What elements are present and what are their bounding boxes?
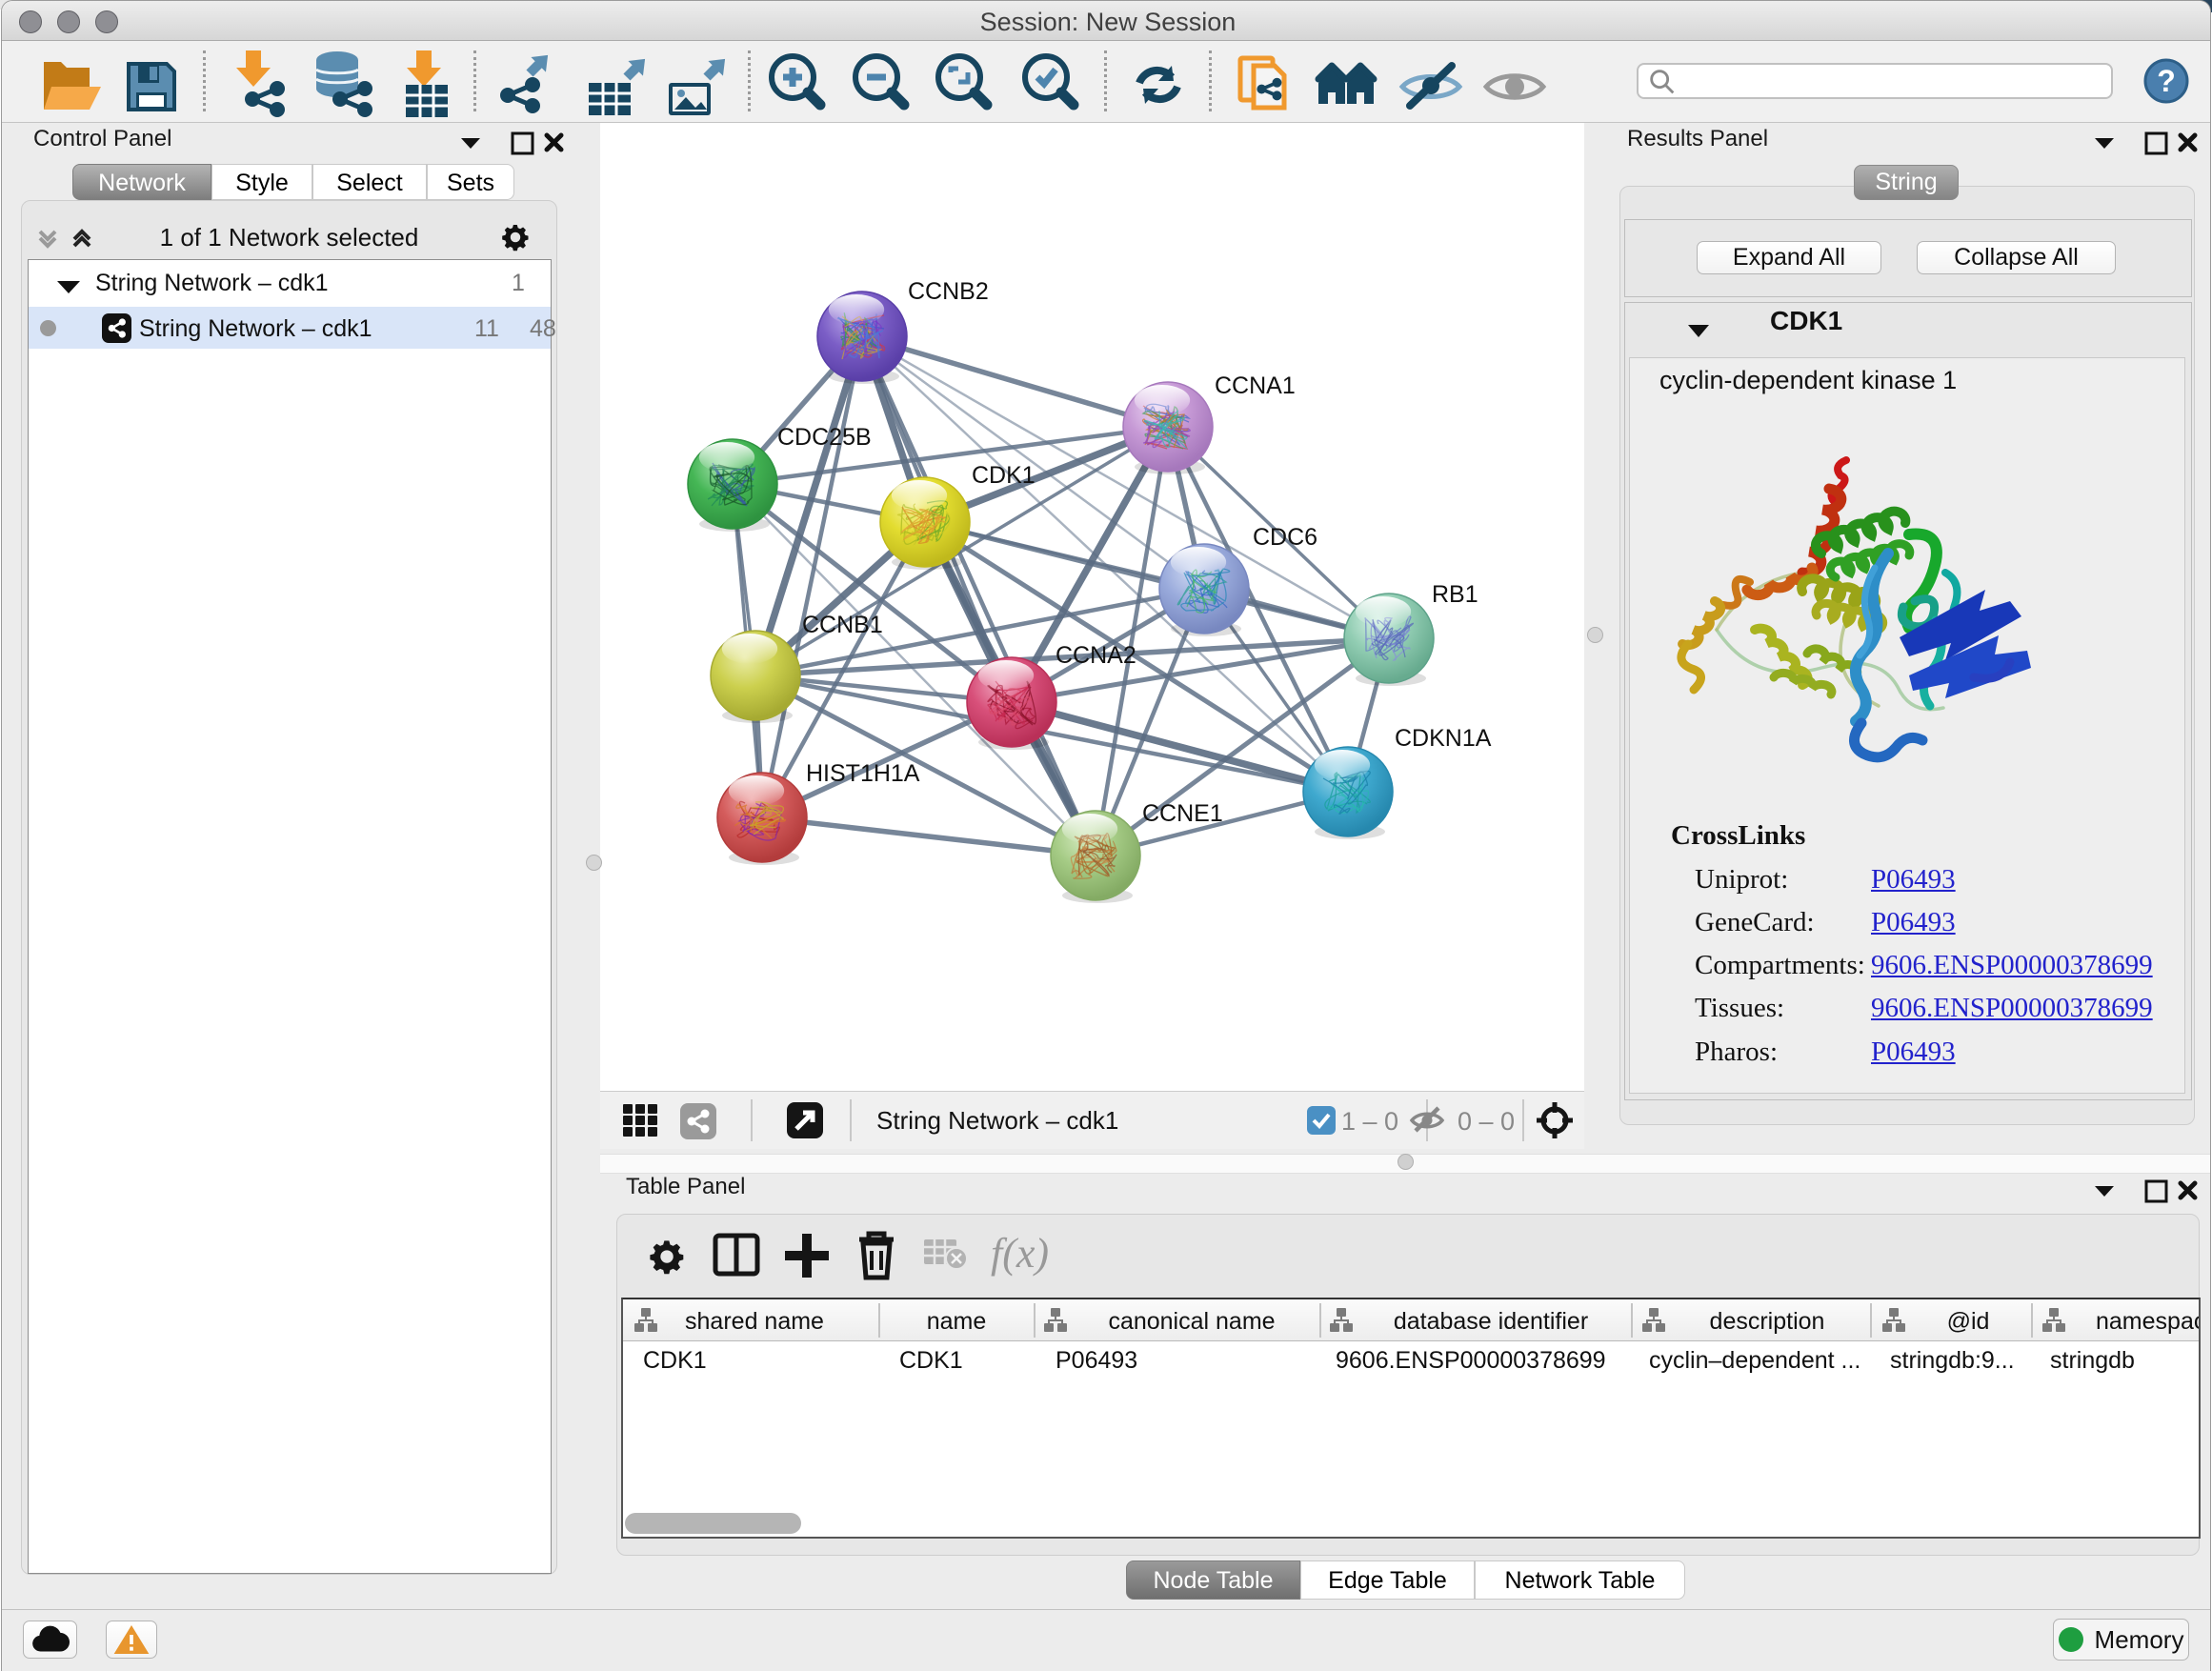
- svg-text:0 – 0: 0 – 0: [1458, 1107, 1515, 1136]
- svg-text:CCNA1: CCNA1: [1215, 372, 1296, 399]
- svg-text:namespace: namespace: [2096, 1308, 2199, 1335]
- svg-text:CDK1: CDK1: [643, 1347, 707, 1374]
- svg-text:P06493: P06493: [1056, 1347, 1137, 1374]
- svg-text:CDKN1A: CDKN1A: [1395, 725, 1492, 752]
- svg-text:CDK1: CDK1: [972, 462, 1036, 489]
- svg-text:stringdb:9...: stringdb:9...: [1890, 1347, 2015, 1374]
- svg-text:CCNE1: CCNE1: [1142, 800, 1223, 827]
- svg-text:CDC25B: CDC25B: [777, 424, 872, 451]
- svg-text:?: ?: [2157, 64, 2176, 98]
- svg-text:1 – 0: 1 – 0: [1341, 1107, 1398, 1136]
- svg-text:name: name: [927, 1308, 987, 1335]
- svg-text:@id: @id: [1947, 1308, 1990, 1335]
- svg-text:description: description: [1710, 1308, 1825, 1335]
- svg-text:CCNB1: CCNB1: [802, 612, 883, 638]
- svg-text:cyclin–dependent ...: cyclin–dependent ...: [1649, 1347, 1860, 1374]
- svg-text:canonical name: canonical name: [1108, 1308, 1275, 1335]
- svg-text:CCNA2: CCNA2: [1056, 642, 1136, 669]
- svg-text:RB1: RB1: [1432, 581, 1478, 608]
- svg-text:database identifier: database identifier: [1394, 1308, 1588, 1335]
- svg-text:CCNB2: CCNB2: [908, 278, 989, 305]
- svg-text:9606.ENSP00000378699: 9606.ENSP00000378699: [1336, 1347, 1606, 1374]
- svg-text:HIST1H1A: HIST1H1A: [806, 760, 920, 787]
- svg-text:f(x): f(x): [991, 1230, 1049, 1277]
- svg-text:CDC6: CDC6: [1253, 524, 1317, 551]
- svg-text:stringdb: stringdb: [2050, 1347, 2135, 1374]
- svg-text:CDK1: CDK1: [899, 1347, 963, 1374]
- svg-text:shared name: shared name: [685, 1308, 824, 1335]
- svg-text:String Network – cdk1: String Network – cdk1: [876, 1106, 1118, 1135]
